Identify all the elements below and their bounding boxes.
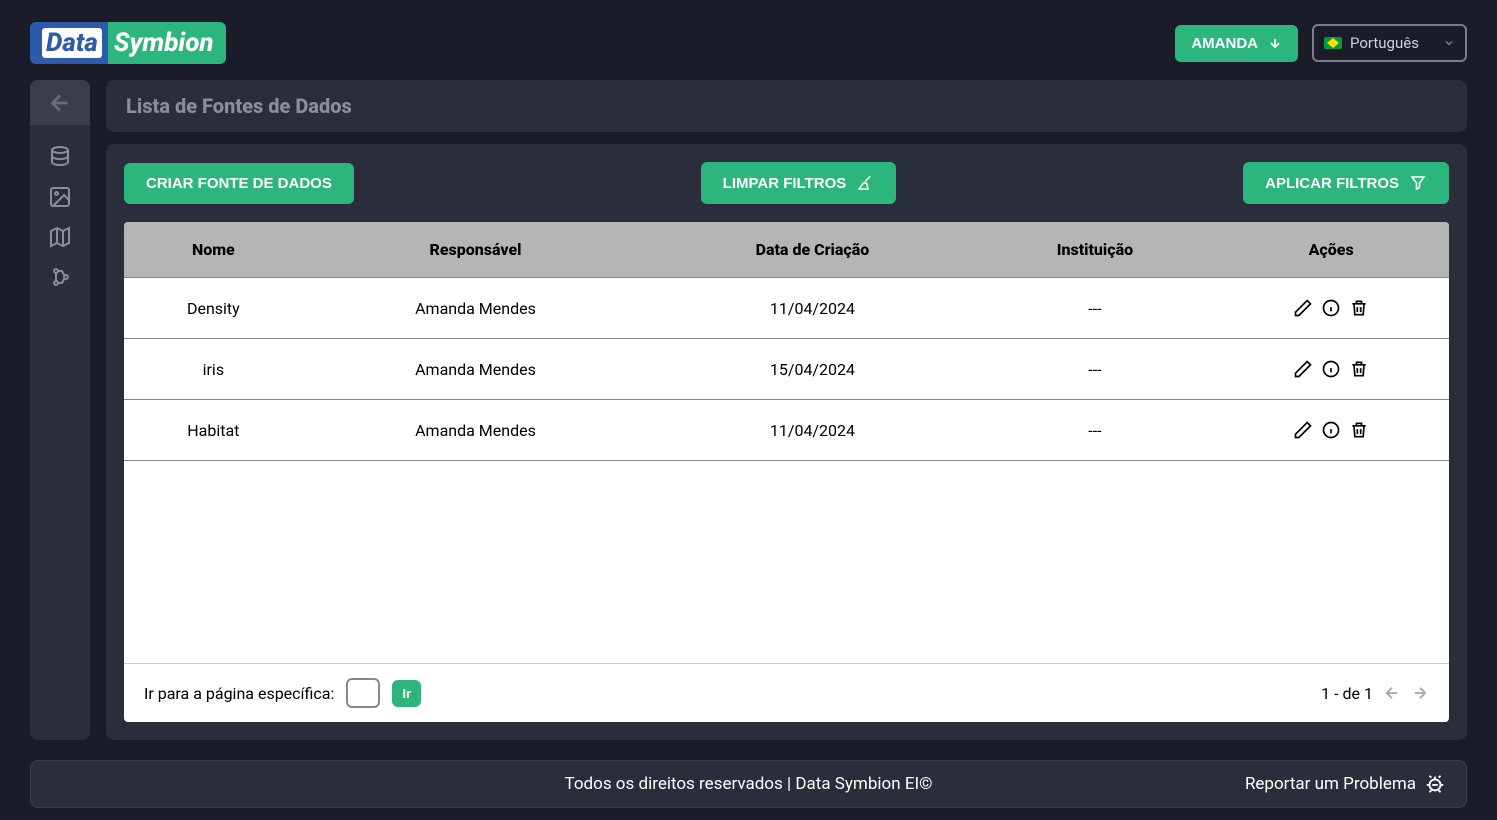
table-footer: Ir para a página específica: Ir 1 - de 1 [124,663,1449,722]
col-responsible: Responsável [303,222,649,278]
app-footer: Todos os direitos reservados | Data Symb… [30,760,1467,808]
table-row: DensityAmanda Mendes11/04/2024--- [124,278,1449,339]
cell-actions [1213,400,1449,461]
flag-brazil-icon [1324,37,1342,49]
cell-created: 15/04/2024 [648,339,976,400]
sidebar-item-database[interactable] [30,137,90,177]
language-label: Português [1350,34,1419,52]
chevron-down-icon [1443,37,1455,49]
next-page-button[interactable] [1411,684,1429,702]
cell-institution: --- [977,278,1214,339]
cell-institution: --- [977,339,1214,400]
language-select[interactable]: Português [1312,24,1467,62]
bug-icon [1424,773,1446,795]
user-menu-button[interactable]: AMANDA [1175,25,1298,62]
database-icon [48,145,72,169]
cell-institution: --- [977,400,1214,461]
table-row: irisAmanda Mendes15/04/2024--- [124,339,1449,400]
col-name: Nome [124,222,303,278]
arrow-left-icon [47,90,73,116]
datasource-table: Nome Responsável Data de Criação Institu… [124,222,1449,461]
col-institution: Instituição [977,222,1214,278]
info-button[interactable] [1321,359,1341,379]
edit-button[interactable] [1293,359,1313,379]
ai-chip-icon [48,265,72,289]
main-content: Lista de Fontes de Dados CRIAR FONTE DE … [106,80,1467,740]
sidebar-item-image[interactable] [30,177,90,217]
back-button[interactable] [30,80,90,125]
cell-name: Habitat [124,400,303,461]
cell-responsible: Amanda Mendes [303,339,649,400]
info-button[interactable] [1321,298,1341,318]
cell-name: iris [124,339,303,400]
goto-page-button[interactable]: Ir [392,680,421,707]
logo-part1: Data [42,28,102,58]
report-label: Reportar um Problema [1245,774,1416,794]
cell-actions [1213,339,1449,400]
arrow-right-icon [1411,684,1429,702]
filter-icon [1409,174,1427,192]
delete-button[interactable] [1349,359,1369,379]
edit-button[interactable] [1293,420,1313,440]
report-problem-link[interactable]: Reportar um Problema [1245,773,1446,795]
info-button[interactable] [1321,420,1341,440]
chevron-down-icon [1268,36,1282,50]
image-icon [48,185,72,209]
cell-name: Density [124,278,303,339]
cell-responsible: Amanda Mendes [303,400,649,461]
page-range: 1 - de 1 [1321,684,1373,703]
header-right: AMANDA Português [1175,24,1467,62]
cell-actions [1213,278,1449,339]
edit-button[interactable] [1293,298,1313,318]
sidebar-item-ai[interactable] [30,257,90,297]
delete-button[interactable] [1349,298,1369,318]
content-panel: CRIAR FONTE DE DADOS LIMPAR FILTROS APLI… [106,144,1467,740]
pager: 1 - de 1 [1321,684,1429,703]
col-actions: Ações [1213,222,1449,278]
app-header: Data Symbion AMANDA Português [0,0,1497,70]
user-label: AMANDA [1191,35,1258,52]
app-logo[interactable]: Data Symbion [30,22,226,64]
broom-icon [856,174,874,192]
create-datasource-button[interactable]: CRIAR FONTE DE DADOS [124,163,354,204]
col-created: Data de Criação [648,222,976,278]
goto-page-input[interactable] [346,678,380,708]
panel-toolbar: CRIAR FONTE DE DADOS LIMPAR FILTROS APLI… [124,162,1449,204]
table-row: HabitatAmanda Mendes11/04/2024--- [124,400,1449,461]
cell-responsible: Amanda Mendes [303,278,649,339]
table-container: Nome Responsável Data de Criação Institu… [124,222,1449,722]
sidebar [30,80,90,740]
prev-page-button[interactable] [1383,684,1401,702]
logo-part2: Symbion [108,22,226,64]
goto-label: Ir para a página específica: [144,684,334,703]
arrow-left-icon [1383,684,1401,702]
page-title: Lista de Fontes de Dados [106,80,1467,132]
map-icon [48,225,72,249]
delete-button[interactable] [1349,420,1369,440]
sidebar-item-map[interactable] [30,217,90,257]
cell-created: 11/04/2024 [648,278,976,339]
footer-rights: Todos os direitos reservados | Data Symb… [565,774,933,794]
apply-filters-button[interactable]: APLICAR FILTROS [1243,162,1449,204]
cell-created: 11/04/2024 [648,400,976,461]
goto-page: Ir para a página específica: Ir [144,678,421,708]
clear-filters-button[interactable]: LIMPAR FILTROS [701,162,897,204]
